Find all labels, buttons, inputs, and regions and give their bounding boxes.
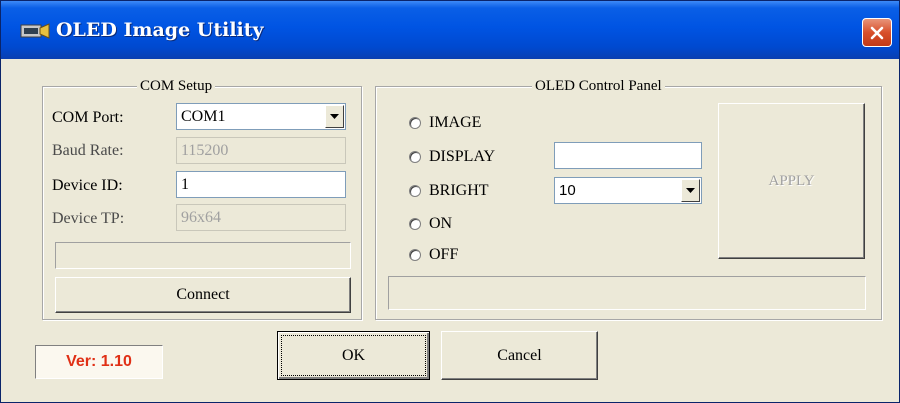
com-port-value: COM1 [181,108,226,125]
radio-button-icon [409,218,421,230]
connect-button[interactable]: Connect [55,277,351,313]
com-port-dropdown-button[interactable] [325,105,344,128]
device-tp-label: Device TP: [52,210,125,227]
oled-utility-window: OLED Image Utility COM Setup COM Port: C… [0,0,900,403]
device-tp-field: 96x64 [176,204,346,231]
radio-button-icon [409,151,421,163]
radio-display-label: DISPLAY [429,148,496,165]
radio-button-icon [409,117,421,129]
device-id-label: Device ID: [52,177,123,194]
bright-level-value: 10 [559,182,576,199]
close-button[interactable] [862,18,892,47]
radio-on[interactable]: ON [409,213,452,235]
dialog-client-area: COM Setup COM Port: COM1 Baud Rate: 1152… [5,59,895,399]
com-port-label: COM Port: [52,109,124,126]
com-status-bar [55,242,351,269]
app-icon [20,23,50,39]
control-status-bar [388,276,866,310]
window-title: OLED Image Utility [56,19,264,41]
ok-button[interactable]: OK [277,331,430,380]
chevron-down-icon [330,113,339,119]
radio-display[interactable]: DISPLAY [409,146,495,168]
radio-button-icon [409,249,421,261]
version-label: Ver: 1.10 [35,345,163,379]
apply-button[interactable]: APPLY [718,103,865,259]
control-panel-legend: OLED Control Panel [532,76,665,96]
oled-control-panel-group: OLED Control Panel IMAGE DISPLAY BRIGHT … [375,76,882,320]
com-setup-legend: COM Setup [137,76,216,96]
com-port-select[interactable]: COM1 [176,103,346,130]
baud-rate-field: 115200 [176,137,346,164]
radio-button-icon [409,185,421,197]
radio-off[interactable]: OFF [409,244,458,266]
radio-bright[interactable]: BRIGHT [409,180,489,202]
baud-rate-label: Baud Rate: [52,142,124,159]
radio-off-label: OFF [429,246,459,263]
radio-image[interactable]: IMAGE [409,112,481,134]
title-bar[interactable]: OLED Image Utility [1,1,899,59]
bright-dropdown-button[interactable] [681,179,700,202]
close-icon [870,26,884,39]
bright-level-select[interactable]: 10 [554,177,702,204]
radio-bright-label: BRIGHT [429,182,489,199]
radio-on-label: ON [429,215,453,232]
cancel-button[interactable]: Cancel [441,331,598,380]
com-setup-group: COM Setup COM Port: COM1 Baud Rate: 1152… [42,76,362,320]
radio-image-label: IMAGE [429,114,482,131]
display-text-input[interactable] [554,142,702,169]
chevron-down-icon [686,187,695,193]
device-id-input[interactable]: 1 [176,171,346,198]
